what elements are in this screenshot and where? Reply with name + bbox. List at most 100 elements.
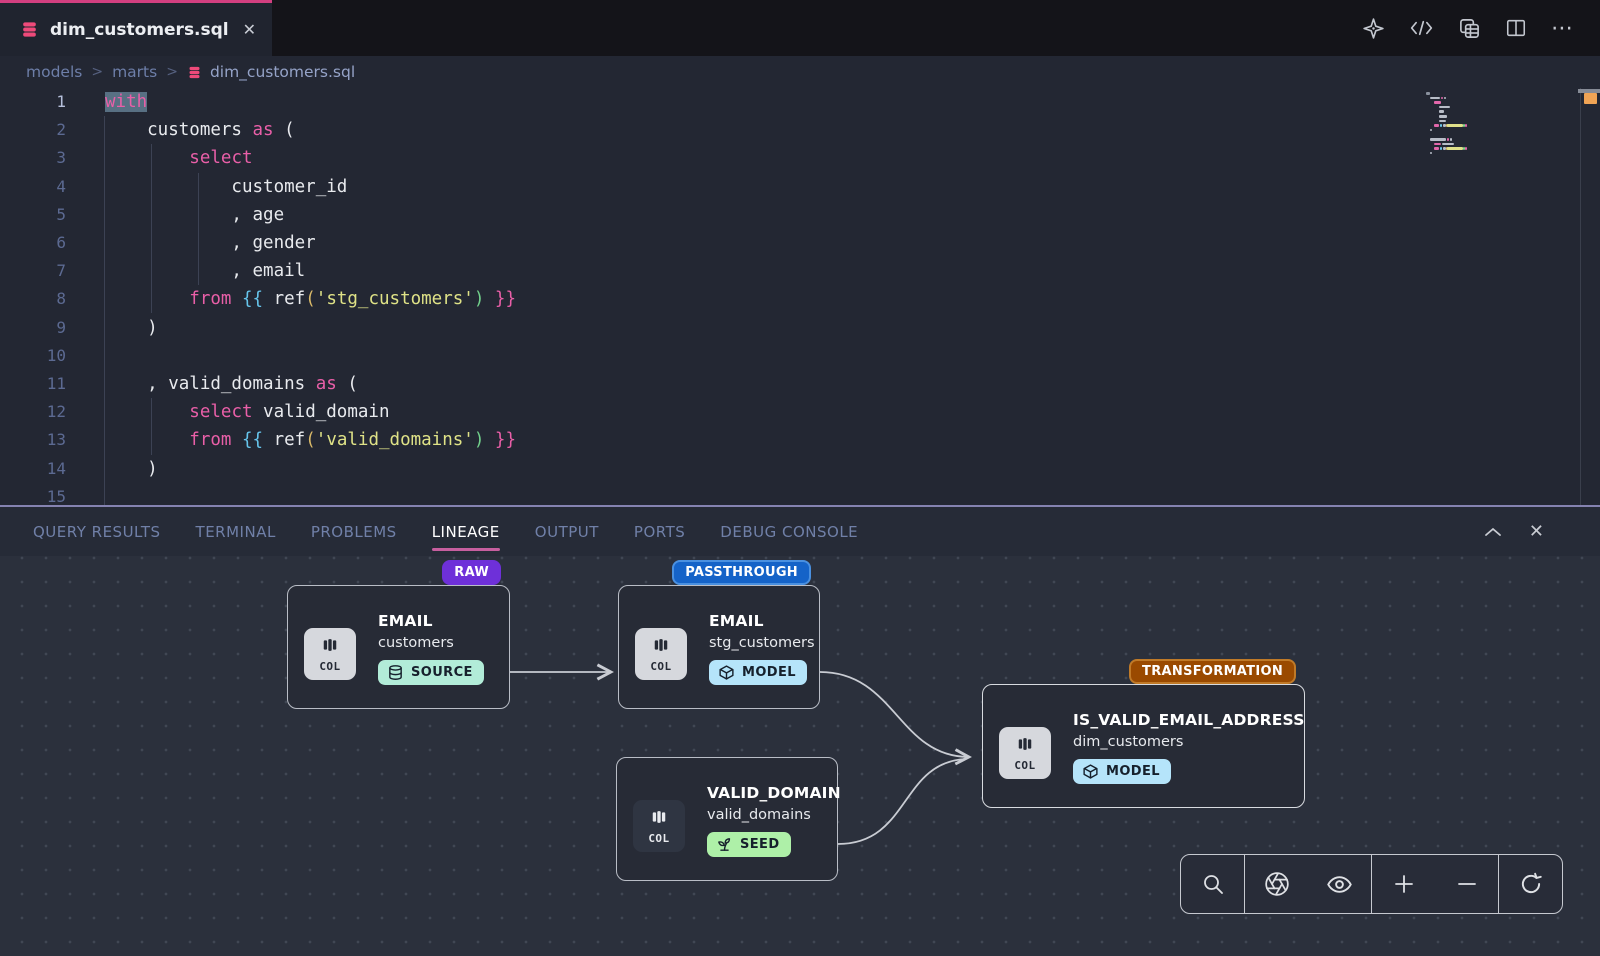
node-tag-passthrough: PASSTHROUGH [672,560,811,585]
minimap-line [1447,124,1463,127]
code-line: , age [105,201,1420,229]
code-area[interactable]: with customers as ( select customer_id ,… [105,88,1420,505]
cube-icon [1082,763,1099,780]
code-line: from {{ ref('stg_customers') }} [105,285,1420,313]
lineage-node-stg_customers[interactable]: PASSTHROUGHCOLEMAILstg_customersMODEL [618,585,820,709]
more-icon[interactable]: ⋯ [1551,16,1574,41]
line-number: 6 [0,229,66,257]
node-badge-seed: SEED [707,832,791,857]
minimap-line [1434,147,1438,150]
panel-tab-terminal[interactable]: TERMINAL [196,507,276,556]
columns-icon-box[interactable]: COL [633,800,685,852]
lineage-canvas[interactable]: RAWCOLEMAILcustomersSOURCEPASSTHROUGHCOL… [0,556,1600,956]
code-line: , gender [105,229,1420,257]
columns-icon [1015,734,1035,758]
columns-icon-box[interactable]: COL [635,628,687,680]
columns-icon [651,635,671,659]
code-line: , valid_domains as ( [105,370,1420,398]
breadcrumb-item-models[interactable]: models [26,63,82,81]
line-number: 9 [0,314,66,342]
minimap[interactable] [1424,92,1536,292]
col-label: COL [648,832,669,845]
minimap-line [1444,97,1446,100]
toolbar-group [1498,855,1562,913]
panel-tab-debug-console[interactable]: DEBUG CONSOLE [720,507,858,556]
eye-button[interactable] [1308,855,1371,913]
database-icon [187,65,202,80]
columns-icon-box[interactable]: COL [999,727,1051,779]
minimap-line [1465,124,1467,127]
line-number: 12 [0,398,66,426]
breadcrumb-file[interactable]: dim_customers.sql [187,63,355,81]
minimap-line [1430,97,1439,100]
panel-tab-lineage[interactable]: LINEAGE [432,507,500,556]
refresh-icon [1518,871,1544,897]
minimap-line [1447,147,1463,150]
node-model-name: dim_customers [1073,734,1305,750]
code-line: ) [105,314,1420,342]
node-column-name: EMAIL [709,612,815,630]
minimap-line [1450,138,1452,141]
database-icon [387,664,404,681]
line-number: 1 [0,88,66,116]
refresh-button[interactable] [1499,855,1562,913]
panel-tab-output[interactable]: OUTPUT [535,507,599,556]
copy-table-icon[interactable] [1458,17,1481,40]
split-editor-icon[interactable] [1505,17,1527,39]
code-line: , email [105,257,1420,285]
minimap-line [1440,124,1442,127]
zoom-in-icon [1392,872,1416,896]
pinwheel-star-icon[interactable] [1362,17,1385,40]
node-tag-transformation: TRANSFORMATION [1129,659,1296,684]
line-number: 15 [0,483,66,505]
code-icon[interactable] [1409,18,1434,38]
line-number-gutter: 123456789101112131415 [0,88,66,505]
editor-tab-bar: dim_customers.sql ✕ [0,0,1600,56]
code-line: with [105,88,1420,116]
panel-tab-bar: QUERY RESULTS TERMINAL PROBLEMS LINEAGE OUTP… [0,507,1600,556]
tab-close-icon[interactable]: ✕ [243,20,256,39]
columns-icon [320,635,340,659]
line-number: 14 [0,455,66,483]
code-line: ) [105,455,1420,483]
breadcrumb-separator: > [166,64,178,80]
panel-tab-problems[interactable]: PROBLEMS [311,507,397,556]
lineage-node-customers[interactable]: RAWCOLEMAILcustomersSOURCE [287,585,510,709]
columns-icon-box[interactable]: COL [304,628,356,680]
tab-dim-customers-sql[interactable]: dim_customers.sql ✕ [0,0,272,56]
minimap-line [1447,138,1449,141]
minimap-line [1430,138,1446,141]
col-label: COL [319,660,340,673]
toolbar-group [1371,855,1498,913]
chevron-up-icon[interactable] [1484,526,1502,538]
toolbar-group [1181,855,1244,913]
minimap-line [1442,143,1455,146]
breadcrumb: models>marts>dim_customers.sql [0,56,1600,88]
line-number: 5 [0,201,66,229]
zoom-out-button[interactable] [1435,855,1498,913]
eye-icon [1326,871,1353,898]
panel-tab-ports[interactable]: PORTS [634,507,685,556]
minimap-line [1440,147,1442,150]
node-model-name: valid_domains [707,807,841,823]
code-line: from {{ ref('valid_domains') }} [105,426,1420,454]
node-badge-source: SOURCE [378,660,484,685]
minimap-line [1430,152,1432,155]
sprout-icon [716,836,733,853]
node-model-name: customers [378,635,484,651]
panel-close-icon[interactable]: ✕ [1529,521,1544,542]
lineage-node-valid_domains[interactable]: COLVALID_DOMAINvalid_domainsSEED [616,757,838,881]
aperture-button[interactable] [1245,855,1308,913]
code-line: customer_id [105,173,1420,201]
zoom-in-button[interactable] [1372,855,1435,913]
code-line [105,483,1420,505]
code-editor[interactable]: 123456789101112131415 with customers as … [0,88,1600,505]
minimap-line [1434,101,1440,104]
search-button[interactable] [1181,855,1244,913]
cube-icon [718,664,735,681]
breadcrumb-item-marts[interactable]: marts [112,63,157,81]
minimap-line [1434,124,1438,127]
lineage-node-dim_customers[interactable]: TRANSFORMATIONCOLIS_VALID_EMAIL_ADDRESSd… [982,684,1305,808]
panel-tab-query-results[interactable]: QUERY RESULTS [33,507,161,556]
minimap-line [1426,92,1430,95]
